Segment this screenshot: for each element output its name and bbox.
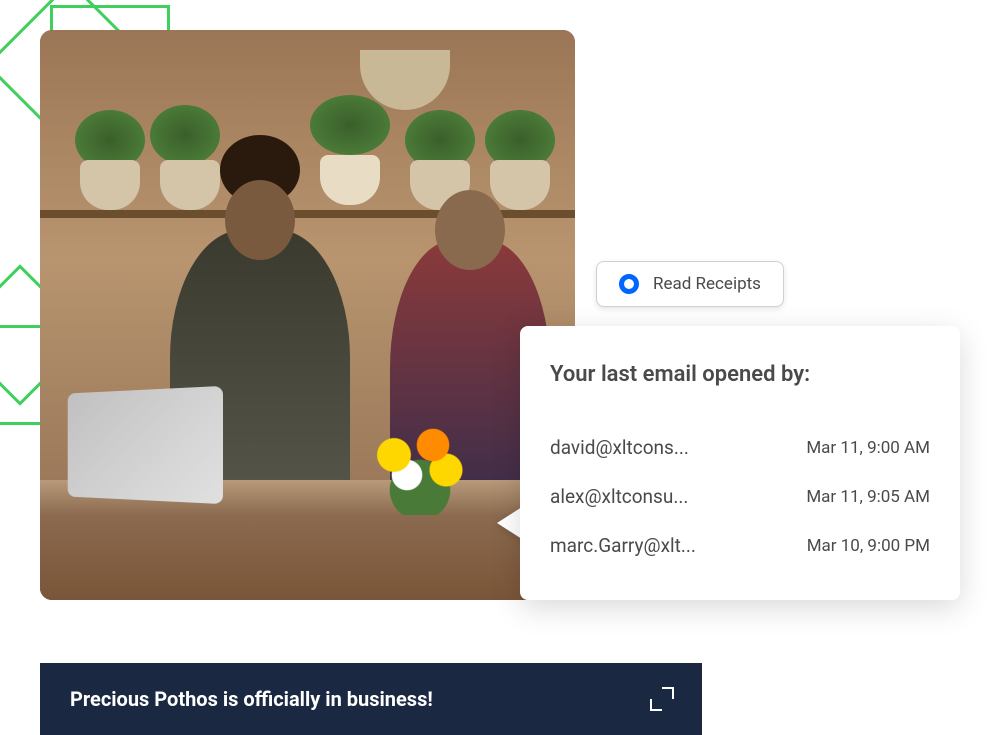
radio-selected-icon — [619, 274, 639, 294]
email-address: marc.Garry@xlt... — [550, 534, 696, 557]
email-row: david@xltcons... Mar 11, 9:00 AM — [550, 423, 930, 472]
email-opened-panel: Your last email opened by: david@xltcons… — [520, 326, 960, 600]
expand-icon[interactable] — [652, 689, 672, 709]
email-row: alex@xltconsu... Mar 11, 9:05 AM — [550, 472, 930, 521]
email-timestamp: Mar 11, 9:05 AM — [806, 487, 930, 507]
announcement-banner[interactable]: Precious Pothos is officially in busines… — [40, 663, 702, 735]
email-timestamp: Mar 10, 9:00 PM — [807, 536, 930, 556]
banner-text: Precious Pothos is officially in busines… — [70, 687, 433, 711]
email-address: david@xltcons... — [550, 436, 689, 459]
read-receipts-chip[interactable]: Read Receipts — [596, 261, 784, 307]
email-address: alex@xltconsu... — [550, 485, 688, 508]
email-row: marc.Garry@xlt... Mar 10, 9:00 PM — [550, 521, 930, 570]
email-timestamp: Mar 11, 9:00 AM — [806, 438, 930, 458]
chip-label: Read Receipts — [653, 274, 761, 294]
hero-photo — [40, 30, 575, 600]
panel-title: Your last email opened by: — [550, 362, 930, 387]
